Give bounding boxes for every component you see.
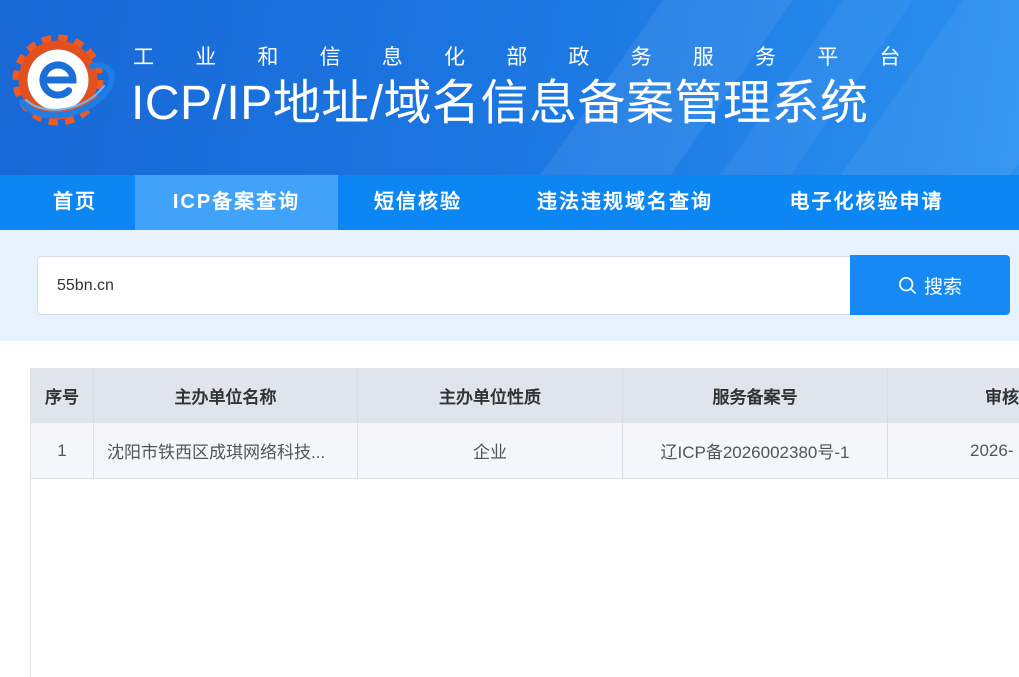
nav-item-sms-verify[interactable]: 短信核验 bbox=[338, 175, 498, 230]
platform-subtitle: 工业和信息化部政务服务平台 bbox=[133, 46, 942, 69]
cell-index: 1 bbox=[31, 423, 94, 478]
site-header: 工业和信息化部政务服务平台 ICP/IP地址/域名信息备案管理系统 bbox=[0, 0, 1019, 175]
cell-org-name: 沈阳市铁西区成琪网络科技... bbox=[94, 423, 358, 478]
column-header-review: 审核 bbox=[985, 388, 1019, 407]
main-nav: 首页 ICP备案查询 短信核验 违法违规域名查询 电子化核验申请 bbox=[0, 175, 1019, 230]
table-header-row: 序号 主办单位名称 主办单位性质 服务备案号 审核 bbox=[31, 368, 1019, 423]
page-title: ICP/IP地址/域名信息备案管理系统 bbox=[131, 77, 869, 130]
column-header-org-type: 主办单位性质 bbox=[358, 368, 623, 423]
table-empty-area bbox=[31, 479, 1019, 677]
cell-review-date: 2026- bbox=[970, 440, 1014, 460]
cell-org-type: 企业 bbox=[358, 423, 623, 478]
search-icon bbox=[899, 276, 916, 294]
table-row[interactable]: 1 沈阳市铁西区成琪网络科技... 企业 辽ICP备2026002380号-1 … bbox=[31, 423, 1019, 479]
nav-item-home[interactable]: 首页 bbox=[0, 175, 135, 230]
column-header-index: 序号 bbox=[31, 368, 94, 423]
cell-license-number: 辽ICP备2026002380号-1 bbox=[623, 423, 888, 478]
column-header-license-number: 服务备案号 bbox=[623, 368, 888, 423]
column-header-org-name: 主办单位名称 bbox=[94, 368, 358, 423]
gear-e-logo-icon bbox=[12, 34, 115, 126]
search-button[interactable]: 搜索 bbox=[850, 255, 1010, 315]
search-input[interactable] bbox=[37, 256, 851, 315]
search-button-label: 搜索 bbox=[923, 276, 962, 298]
nav-item-illegal-domain-query[interactable]: 违法违规域名查询 bbox=[498, 175, 752, 230]
nav-item-e-verify-apply[interactable]: 电子化核验申请 bbox=[752, 175, 981, 230]
nav-item-icp-query[interactable]: ICP备案查询 bbox=[135, 175, 338, 230]
results-table: 序号 主办单位名称 主办单位性质 服务备案号 审核 1 沈阳市铁西区成琪网络科技… bbox=[30, 368, 1019, 677]
